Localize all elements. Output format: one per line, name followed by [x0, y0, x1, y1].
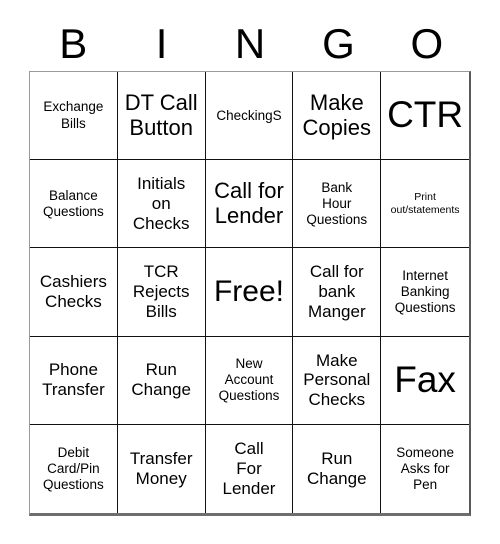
bingo-cell-label: Call for bank Manger	[307, 262, 366, 321]
bingo-cell-label: Fax	[394, 358, 456, 400]
bingo-cell[interactable]: CTR	[381, 72, 469, 161]
bingo-cell-label: Bank Hour Questions	[306, 179, 368, 227]
bingo-cell[interactable]: TCR Rejects Bills	[117, 248, 206, 337]
header-letter-g: G	[322, 19, 355, 67]
bingo-cell[interactable]: Someone Asks for Pen	[381, 424, 469, 513]
bingo-cell-label: Initials on Checks	[132, 174, 190, 233]
bingo-cell[interactable]: CheckingS	[205, 72, 294, 161]
bingo-cell-label: Cashiers Checks	[39, 272, 107, 311]
header-letter-b: B	[59, 19, 88, 67]
bingo-cell[interactable]: Call For Lender	[205, 424, 294, 513]
bingo-cell[interactable]: Call for Lender	[205, 160, 294, 249]
bingo-grid: Exchange Bills DT Call Button CheckingS …	[29, 71, 471, 516]
bingo-cell[interactable]: Exchange Bills	[30, 72, 118, 161]
bingo-cell[interactable]: Run Change	[293, 424, 382, 513]
bingo-cell[interactable]: Balance Questions	[30, 160, 118, 249]
bingo-cell-label: Transfer Money	[129, 449, 193, 488]
bingo-cell-label: Someone Asks for Pen	[396, 444, 454, 492]
bingo-cell-label: Run Change	[307, 449, 367, 488]
bingo-header-row: B I N G O	[29, 16, 471, 71]
bingo-cell-label: Print out/statements	[390, 190, 460, 216]
bingo-cell[interactable]: DT Call Button	[117, 72, 206, 161]
bingo-cell-label: Exchange Bills	[43, 99, 104, 131]
bingo-cell[interactable]: Phone Transfer	[30, 336, 118, 425]
bingo-cell[interactable]: Fax	[381, 336, 469, 425]
bingo-cell-label: New Account Questions	[218, 355, 280, 404]
bingo-cell-label: Run Change	[131, 360, 191, 400]
bingo-cell-free[interactable]: Free!	[205, 248, 294, 337]
bingo-cell-label: CTR	[387, 94, 464, 136]
bingo-cell-label: CheckingS	[216, 107, 282, 123]
bingo-cell[interactable]: Transfer Money	[117, 424, 206, 513]
bingo-cell[interactable]: Internet Banking Questions	[381, 248, 469, 337]
bingo-cell-label: Balance Questions	[43, 187, 104, 219]
bingo-cell[interactable]: Cashiers Checks	[30, 248, 118, 337]
bingo-cell-label: DT Call Button	[124, 89, 198, 140]
bingo-cell[interactable]: Make Personal Checks	[293, 336, 382, 425]
bingo-cell-label: Debit Card/Pin Questions	[43, 444, 104, 492]
bingo-cell-label: Call for Lender	[214, 178, 284, 228]
bingo-cell[interactable]: Debit Card/Pin Questions	[30, 424, 118, 513]
bingo-cell[interactable]: Initials on Checks	[117, 160, 206, 249]
bingo-cell[interactable]: Bank Hour Questions	[293, 160, 382, 249]
bingo-cell[interactable]: Make Copies	[293, 72, 382, 161]
header-letter-i: I	[155, 19, 168, 67]
bingo-cell-label: Internet Banking Questions	[394, 267, 456, 316]
header-letter-o: O	[410, 19, 444, 67]
bingo-cell[interactable]: Call for bank Manger	[293, 248, 382, 337]
bingo-card: B I N G O Exchange Bills DT Call Button …	[0, 0, 500, 544]
bingo-cell-label: Make Personal Checks	[303, 350, 371, 410]
bingo-cell[interactable]: New Account Questions	[205, 336, 294, 425]
bingo-cell-label: Call For Lender	[222, 439, 276, 498]
bingo-cell-label: Free!	[213, 274, 284, 308]
bingo-cell-label: Make Copies	[302, 89, 372, 140]
bingo-cell[interactable]: Run Change	[117, 336, 206, 425]
bingo-cell[interactable]: Print out/statements	[381, 160, 469, 249]
bingo-cell-label: Phone Transfer	[42, 360, 105, 400]
bingo-cell-label: TCR Rejects Bills	[132, 262, 190, 321]
header-letter-n: N	[234, 19, 266, 67]
